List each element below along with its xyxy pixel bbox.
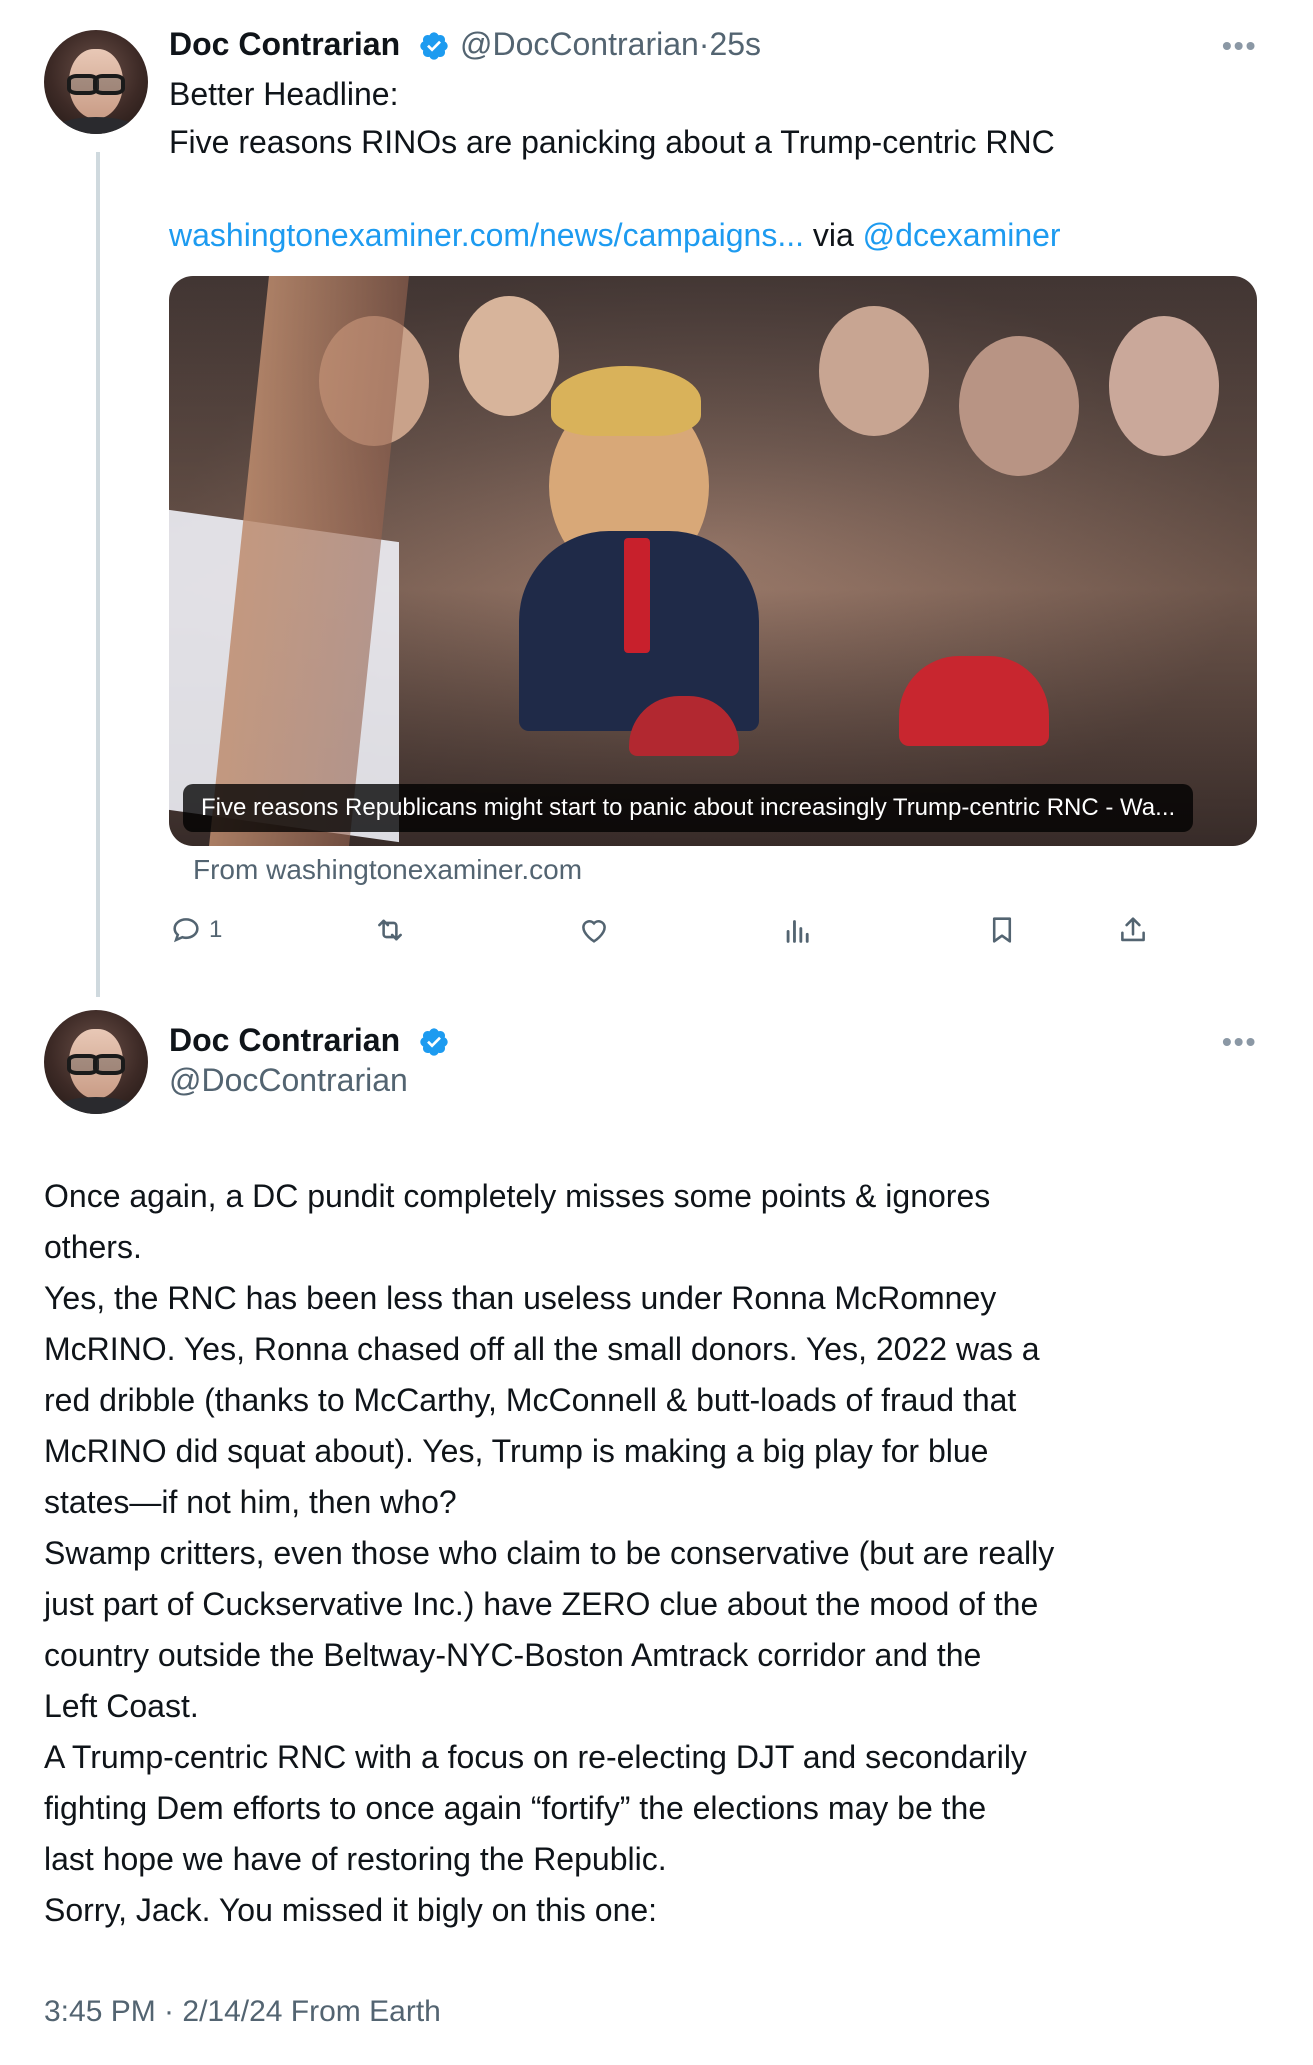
like-icon <box>582 920 606 943</box>
avatar-shirt <box>52 117 140 134</box>
author-name[interactable]: Doc Contrarian <box>169 26 400 63</box>
post-time[interactable]: 25s <box>709 26 761 62</box>
tweet-body-line: A Trump-centric RNC with a focus on re-e… <box>44 1739 1027 1775</box>
tweet-body-line: Swamp critters, even those who claim to … <box>44 1535 1055 1571</box>
tweet-body-line: country outside the Beltway-NYC-Boston A… <box>44 1637 982 1673</box>
views-icon <box>786 920 809 943</box>
share-button[interactable] <box>1116 910 1150 950</box>
author-name[interactable]: Doc Contrarian <box>169 1022 400 1059</box>
share-icon <box>1121 917 1145 942</box>
card-image-figure <box>819 306 929 436</box>
tweet-body-line: Once again, a DC pundit completely misse… <box>44 1178 991 1214</box>
tweet-body-line: Sorry, Jack. You missed it bigly on this… <box>44 1892 658 1928</box>
author-handle[interactable]: @DocContrarian <box>169 1062 408 1099</box>
tweet-body-line: states—if not him, then who? <box>44 1484 457 1520</box>
tweet-body-line: others. <box>44 1229 142 1265</box>
tweet-body-line: just part of Cuckservative Inc.) have ZE… <box>44 1586 1039 1622</box>
avatar-shirt <box>52 1097 140 1114</box>
card-image-figure <box>959 336 1079 476</box>
avatar-glasses <box>66 1053 126 1075</box>
reply-button[interactable]: 1 <box>169 910 222 950</box>
more-options-icon[interactable]: ••• <box>1222 30 1257 62</box>
mention-link[interactable]: @dcexaminer <box>863 217 1061 253</box>
tweet-link-line: washingtonexaminer.com/news/campaigns...… <box>169 211 1061 259</box>
verified-badge-icon <box>420 32 448 60</box>
card-image-figure <box>459 296 559 416</box>
more-options-icon[interactable]: ••• <box>1222 1026 1257 1058</box>
author-handle[interactable]: @DocContrarian·25s <box>460 26 761 63</box>
tweet-body-line: Yes, the RNC has been less than useless … <box>44 1280 997 1316</box>
card-image-figure <box>1109 316 1219 456</box>
post-timestamp[interactable]: 3:45 PM · 2/14/24 From Earth <box>44 1995 441 2029</box>
tweet-text-line: Better Headline: <box>169 76 399 112</box>
tweet-body-line: last hope we have of restoring the Repub… <box>44 1841 667 1877</box>
reply-icon <box>173 918 199 943</box>
article-link[interactable]: washingtonexaminer.com/news/campaigns... <box>169 217 804 253</box>
avatar[interactable] <box>44 30 148 134</box>
link-preview-card[interactable]: Five reasons Republicans might start to … <box>169 276 1257 846</box>
like-button[interactable] <box>577 910 611 950</box>
avatar[interactable] <box>44 1010 148 1114</box>
tweet-body-line: red dribble (thanks to McCarthy, McConne… <box>44 1382 1017 1418</box>
card-caption: Five reasons Republicans might start to … <box>183 784 1194 832</box>
card-image-figure <box>551 366 701 436</box>
via-text: via <box>803 217 863 253</box>
bookmark-button[interactable] <box>985 910 1019 950</box>
tweet-body-line: Left Coast. <box>44 1688 199 1724</box>
avatar-glasses <box>66 73 126 95</box>
tweet-text-line: Five reasons RINOs are panicking about a… <box>169 124 1055 160</box>
card-source[interactable]: From washingtonexaminer.com <box>193 854 582 886</box>
separator-dot: · <box>698 26 710 62</box>
card-image-red-hat <box>899 656 1049 746</box>
thread-connector-line <box>96 152 100 997</box>
verified-badge-icon <box>420 1028 448 1056</box>
reply-count: 1 <box>209 916 223 943</box>
retweet-button[interactable] <box>373 910 407 950</box>
tweet-body-line: fighting Dem efforts to once again “fort… <box>44 1790 987 1826</box>
handle-text: @DocContrarian <box>460 26 699 62</box>
bookmark-icon <box>992 917 1012 943</box>
card-image-tie <box>624 538 650 653</box>
retweet-icon <box>378 919 402 941</box>
tweet-body-line: McRINO did squat about). Yes, Trump is m… <box>44 1433 989 1469</box>
tweet-body-line: McRINO. Yes, Ronna chased off all the sm… <box>44 1331 1040 1367</box>
views-button[interactable] <box>781 910 815 950</box>
